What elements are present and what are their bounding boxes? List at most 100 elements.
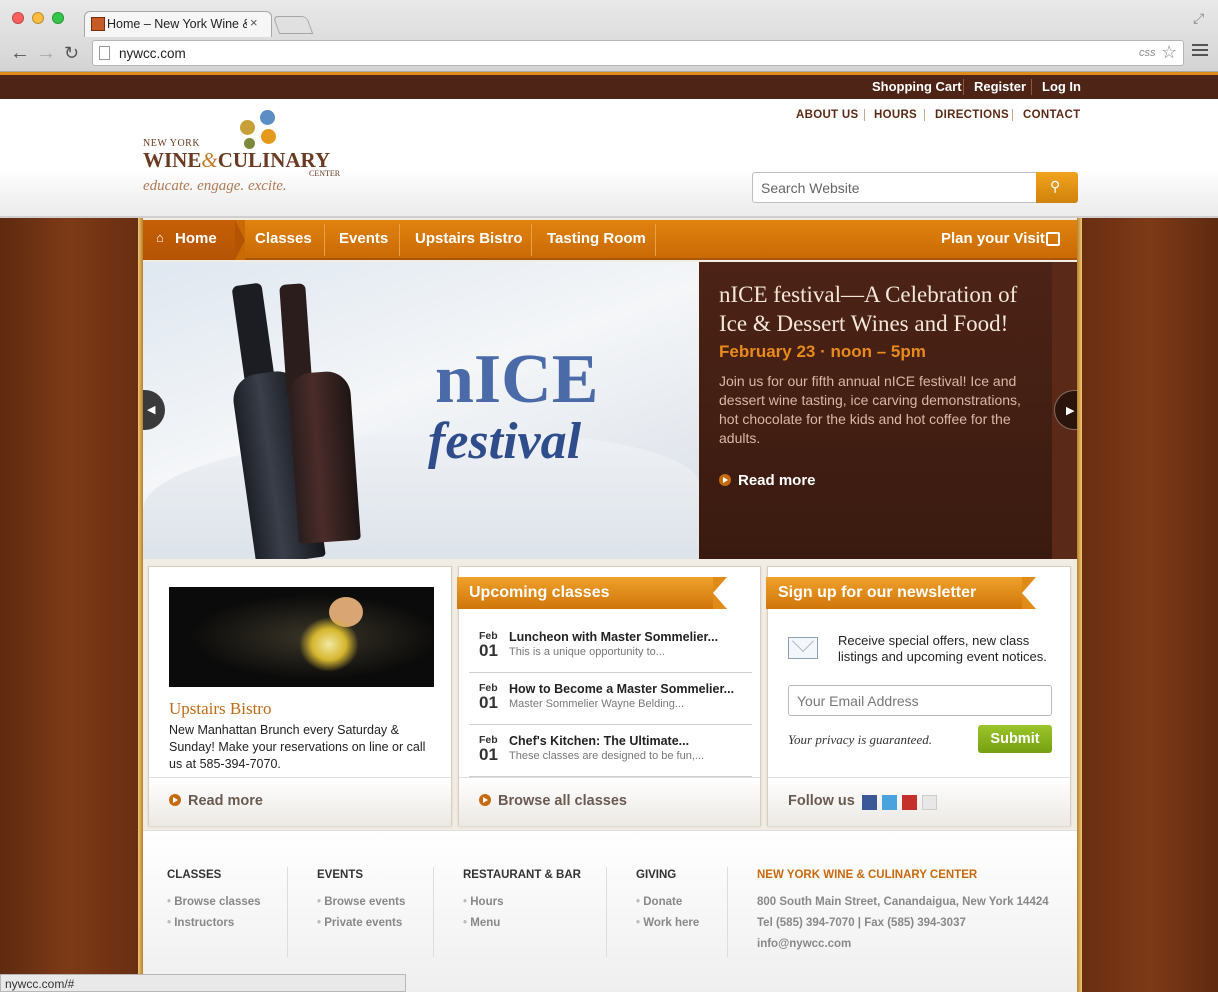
search-button[interactable]: ⚲ (1036, 172, 1078, 203)
about-us-link[interactable]: ABOUT US (796, 109, 858, 121)
nav-home-arrow (235, 220, 245, 260)
address-bar[interactable]: nywcc.com css ☆ (92, 40, 1184, 66)
minimize-window-button[interactable] (32, 12, 44, 24)
footer-classes-heading: CLASSES (167, 869, 222, 881)
card-footer: Browse all classes (459, 777, 760, 826)
shopping-cart-link[interactable]: Shopping Cart (872, 79, 962, 94)
search-input[interactable]: Search Website (761, 180, 860, 196)
wine-bottle-image (287, 370, 361, 544)
class-title[interactable]: How to Become a Master Sommelier... (509, 682, 734, 696)
flickr-icon[interactable] (922, 795, 937, 810)
class-title[interactable]: Chef's Kitchen: The Ultimate... (509, 734, 689, 748)
bookmark-star-icon[interactable]: ☆ (1161, 42, 1177, 63)
youtube-icon[interactable] (902, 795, 917, 810)
footer-events-heading: EVENTS (317, 869, 364, 881)
login-link[interactable]: Log In (1042, 79, 1081, 94)
footer-org-name: NEW YORK WINE & CULINARY CENTER (757, 869, 978, 881)
logo-tagline: educate. engage. excite. (143, 178, 287, 194)
contact-link[interactable]: CONTACT (1023, 109, 1080, 121)
footer-link[interactable]: Instructors (167, 917, 234, 929)
footer-link[interactable]: Donate (636, 896, 682, 908)
browse-classes-link[interactable]: Browse all classes (479, 793, 627, 809)
class-row[interactable]: Feb 01 How to Become a Master Sommelier.… (469, 673, 752, 725)
css-extension-icon[interactable]: css (1139, 47, 1156, 59)
facebook-icon[interactable] (862, 795, 877, 810)
hero-read-more[interactable]: Read more (719, 472, 816, 489)
search-icon: ⚲ (1050, 178, 1061, 194)
bistro-card: Upstairs Bistro New Manhattan Brunch eve… (148, 566, 452, 826)
submit-button[interactable]: Submit (978, 725, 1052, 753)
gold-border-right (1077, 218, 1082, 992)
splash-image (299, 617, 359, 672)
divider (655, 224, 656, 256)
tab-close-icon[interactable]: × (250, 15, 258, 30)
footer-link[interactable]: Hours (463, 896, 503, 908)
footer-link[interactable]: Work here (636, 917, 699, 929)
class-title[interactable]: Luncheon with Master Sommelier... (509, 630, 718, 644)
logo-dot-icon (261, 129, 276, 144)
email-field[interactable]: Your Email Address (788, 685, 1052, 716)
close-window-button[interactable] (12, 12, 24, 24)
divider (924, 109, 925, 121)
favicon-icon (91, 17, 105, 31)
forward-icon[interactable]: → (36, 42, 56, 64)
bistro-read-more[interactable]: Read more (169, 793, 263, 809)
directions-link[interactable]: DIRECTIONS (935, 109, 1009, 121)
tab-title: Home – New York Wine & Culinary Center (107, 17, 247, 31)
browser-tab[interactable]: Home – New York Wine & Culinary Center × (84, 11, 272, 37)
footer-restaurant-heading: RESTAURANT & BAR (463, 869, 581, 881)
footer-link[interactable]: Browse events (317, 896, 405, 908)
class-row[interactable]: Feb 01 Luncheon with Master Sommelier...… (469, 621, 752, 673)
page-icon (99, 46, 110, 60)
back-icon[interactable]: ← (10, 42, 30, 64)
footer-link[interactable]: Menu (463, 917, 500, 929)
footer-link[interactable]: Private events (317, 917, 402, 929)
newsletter-card: Sign up for our newsletter Receive speci… (766, 566, 1071, 826)
browser-chrome: Home – New York Wine & Culinary Center ×… (0, 0, 1218, 72)
divider (324, 224, 325, 256)
nav-classes[interactable]: Classes (255, 230, 312, 247)
class-row[interactable]: Feb 01 Chef's Kitchen: The Ultimate... T… (469, 725, 752, 777)
register-link[interactable]: Register (974, 79, 1026, 94)
bistro-title[interactable]: Upstairs Bistro (169, 699, 271, 719)
hero-title: nICE festival—A Celebration of Ice & Des… (719, 282, 1018, 336)
privacy-note: Your privacy is guaranteed. (788, 732, 932, 747)
play-icon (169, 794, 181, 806)
nav-tasting-room[interactable]: Tasting Room (547, 230, 646, 247)
bistro-description: New Manhattan Brunch every Saturday & Su… (169, 723, 426, 771)
fullscreen-icon[interactable]: ⤢ (1193, 10, 1204, 27)
hero-image[interactable]: nICE festival (143, 262, 699, 559)
footer-email-link[interactable]: info@nywcc.com (757, 938, 851, 950)
footer-link[interactable]: Browse classes (167, 896, 260, 908)
new-tab-button[interactable] (272, 16, 314, 34)
card-footer: Follow us (768, 777, 1070, 826)
email-placeholder: Your Email Address (797, 693, 919, 709)
browser-menu-icon[interactable] (1192, 44, 1208, 59)
reload-icon[interactable]: ↻ (64, 42, 79, 64)
hero-date: February 23 · noon – 5pm (719, 342, 926, 361)
zoom-window-button[interactable] (52, 12, 64, 24)
bistro-image[interactable] (169, 587, 434, 687)
divider (606, 867, 607, 957)
nav-upstairs-bistro[interactable]: Upstairs Bistro (415, 230, 523, 247)
newsletter-heading: Sign up for our newsletter (766, 577, 1036, 609)
card-footer: Read more (149, 777, 451, 826)
snow-shape (143, 432, 699, 559)
url-text[interactable]: nywcc.com (119, 46, 186, 61)
site-logo[interactable]: NEW YORK WINE&CULINARY CENTER educate. e… (143, 110, 343, 210)
page-background-right (1082, 218, 1218, 992)
logo-wine: WINE (143, 148, 202, 172)
browse-classes-label: Browse all classes (498, 793, 627, 809)
newsletter-description: Receive special offers, new class listin… (838, 633, 1047, 664)
twitter-icon[interactable] (882, 795, 897, 810)
class-day: 01 (479, 745, 498, 764)
hours-link[interactable]: HOURS (874, 109, 917, 121)
nav-events[interactable]: Events (339, 230, 388, 247)
envelope-icon (788, 630, 818, 659)
chevron-left-icon: ◀ (147, 404, 156, 416)
search-box: Search Website ⚲ (752, 172, 1078, 203)
nav-plan-visit[interactable]: Plan your Visit (941, 230, 1045, 247)
nav-home[interactable]: ⌂ Home (143, 220, 235, 260)
divider (864, 109, 865, 121)
divider (1012, 109, 1013, 121)
